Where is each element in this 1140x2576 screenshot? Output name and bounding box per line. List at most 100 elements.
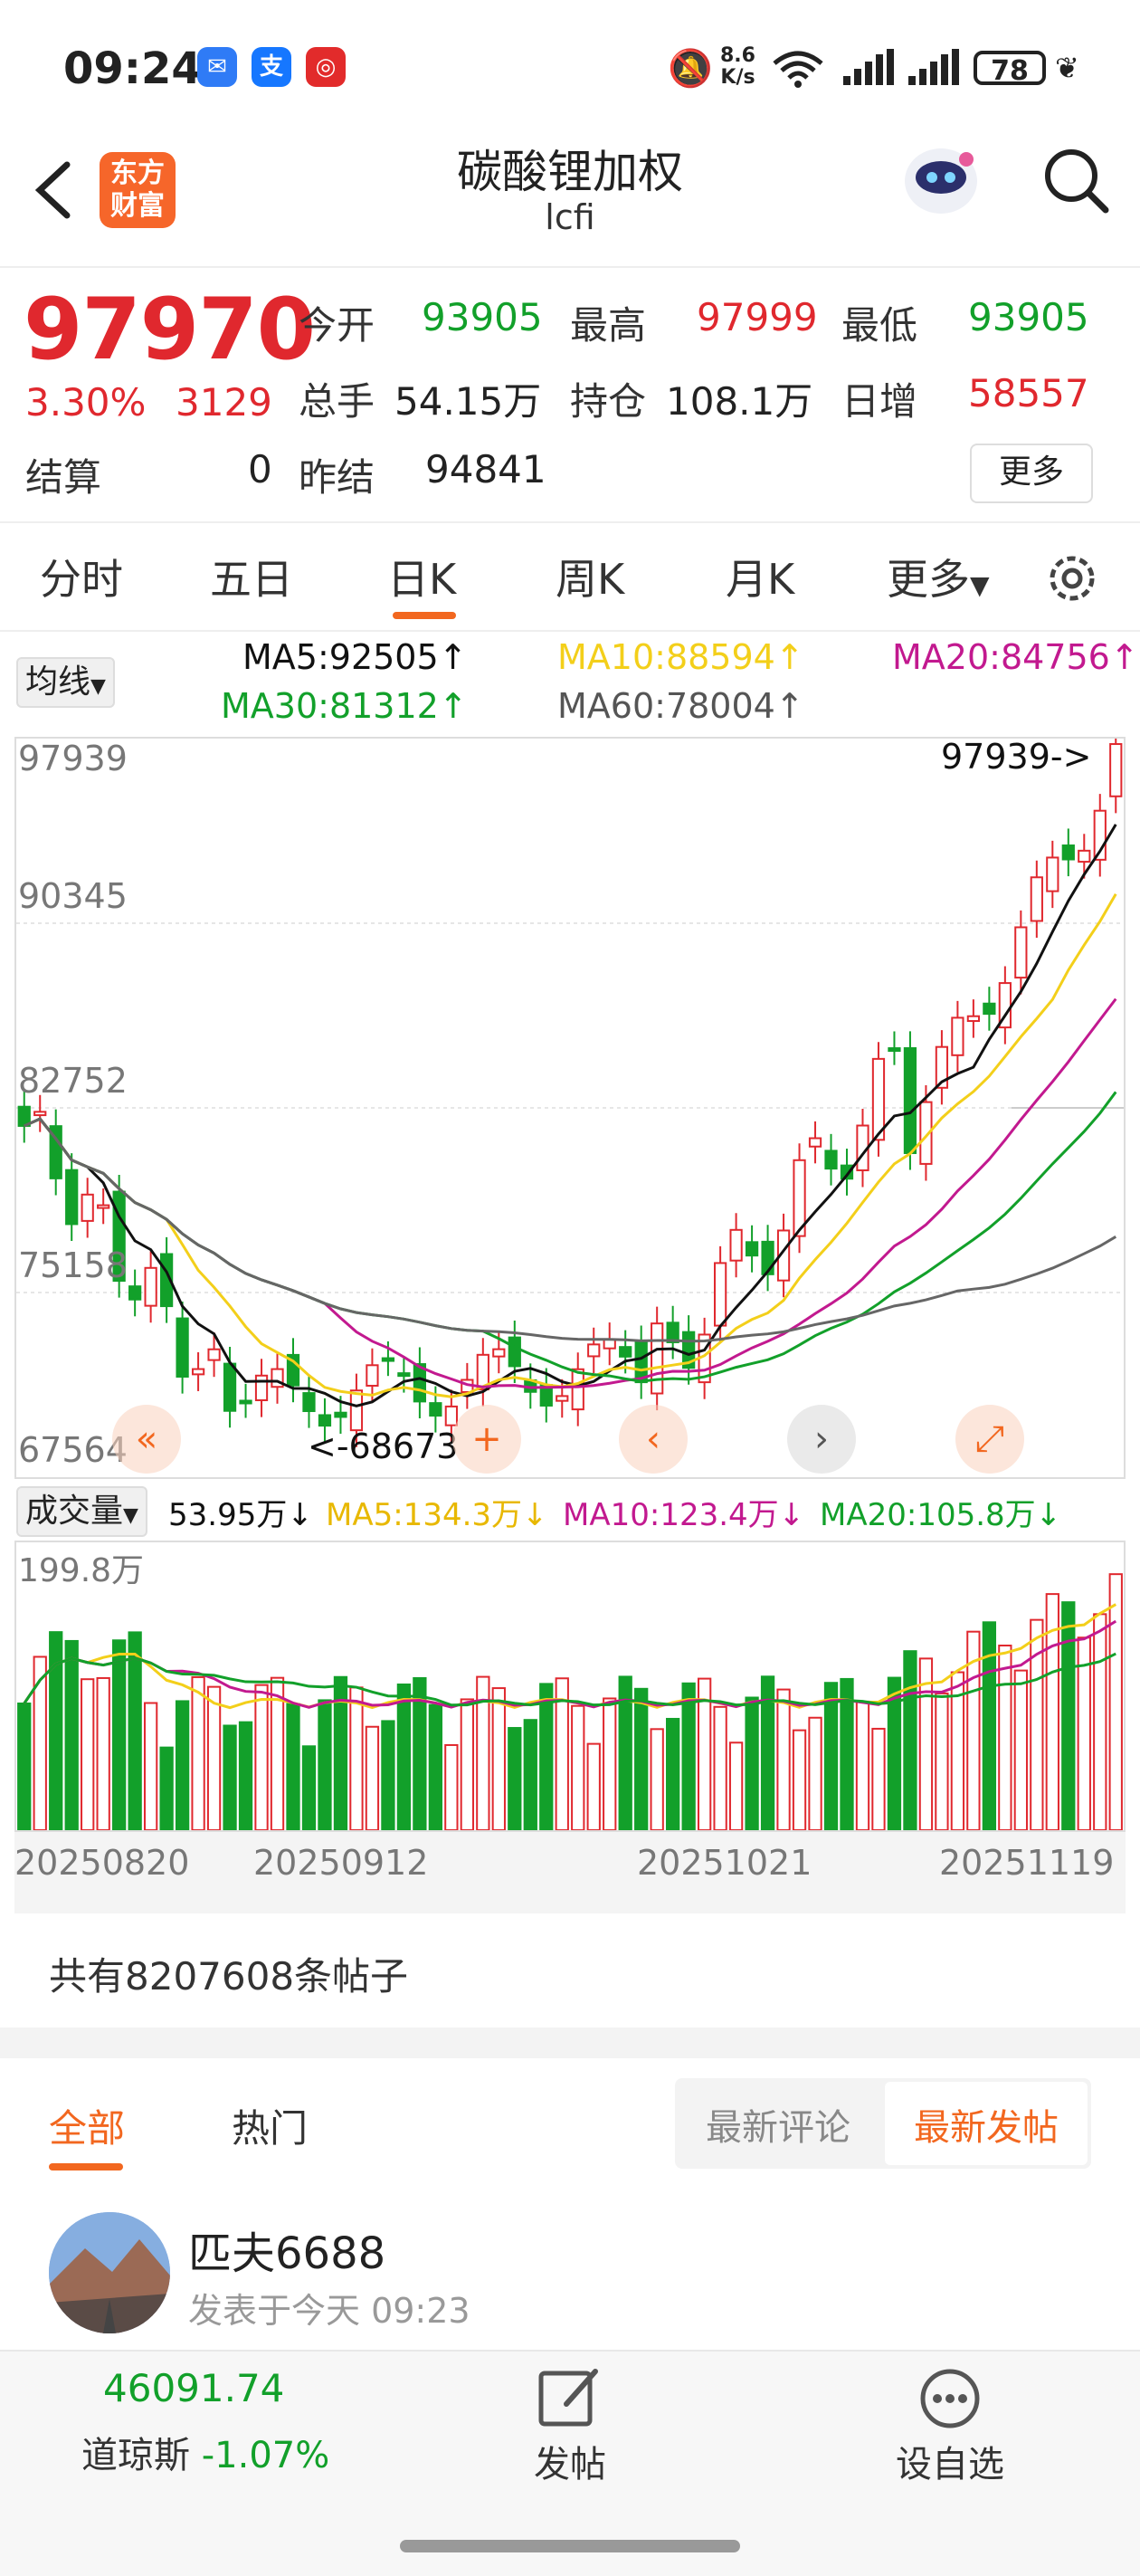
y-label-1: 97939 — [18, 739, 128, 778]
post-button[interactable] — [534, 2362, 606, 2435]
low-label: 最低 — [841, 303, 918, 348]
ma10-value: MA10:88594↑ — [557, 637, 804, 677]
volume-bar — [650, 1728, 664, 1831]
post-button-label[interactable]: 发帖 — [534, 2435, 606, 2487]
caret-down-icon: ▼ — [970, 570, 990, 600]
scroll-left-button[interactable]: ‹ — [619, 1405, 688, 1474]
fullscreen-button[interactable]: ⤢ — [955, 1405, 1024, 1474]
post-count: 共有8207608条帖子 — [49, 1954, 409, 1999]
volume-bar — [681, 1682, 696, 1831]
volume-bar — [381, 1720, 395, 1831]
volume-bar — [903, 1650, 917, 1831]
candle-body — [334, 1411, 347, 1418]
index-ticker[interactable]: 道琼斯 -1.07% — [81, 2426, 329, 2478]
last-price: 97970 — [24, 281, 316, 379]
kline-chart-frame[interactable] — [14, 727, 1126, 1479]
posts-tab-indicator — [49, 2163, 123, 2171]
candle-body — [888, 1047, 901, 1053]
date-label-1: 20250820 — [14, 1843, 190, 1883]
y-label-3: 82752 — [18, 1061, 128, 1101]
volume-bar — [728, 1741, 744, 1831]
volume-value-legend: 53.95万↓ — [168, 1497, 313, 1533]
tab-five-day[interactable]: 五日 — [210, 547, 293, 606]
tab-monthly-k[interactable]: 月K — [726, 547, 794, 606]
settings-button[interactable] — [1040, 547, 1104, 610]
volume-bar — [982, 1621, 997, 1831]
indicator-select[interactable]: 成交量▼ — [16, 1486, 147, 1537]
tab-more[interactable]: 更多▼ — [887, 547, 990, 606]
volume-bar — [491, 1687, 506, 1831]
edit-icon — [538, 2369, 598, 2427]
volume-bar — [1013, 1669, 1028, 1831]
sort-latest-comment[interactable]: 最新评论 — [706, 2098, 850, 2151]
tab-weekly-k[interactable]: 周K — [556, 547, 624, 606]
volume-bar — [776, 1688, 791, 1831]
oi-value: 108.1万 — [666, 379, 813, 424]
status-bar: 09:24 ✉ 支 ◎ 🔕 8.6 K/s 78 ❦ — [0, 0, 1140, 136]
volume-chart — [17, 1573, 1123, 1832]
avatar[interactable] — [49, 2212, 170, 2333]
posts-tab-hot[interactable]: 热门 — [232, 2098, 308, 2153]
home-indicator — [400, 2540, 740, 2552]
alipay-icon: 支 — [252, 47, 291, 87]
indicator-select-label: 成交量 — [25, 1493, 124, 1530]
volume-bar — [286, 1703, 300, 1831]
scroll-far-left-button[interactable]: « — [112, 1405, 181, 1474]
candle-body — [651, 1322, 664, 1395]
candle-body — [191, 1368, 205, 1376]
candle-body — [239, 1399, 252, 1405]
divider — [0, 521, 1140, 523]
candle-body — [1078, 849, 1091, 863]
volume-bar — [17, 1703, 32, 1831]
zoom-in-button[interactable]: + — [452, 1405, 521, 1474]
scroll-right-button[interactable]: › — [787, 1405, 856, 1474]
index-name: 道琼斯 — [81, 2435, 190, 2476]
caret-down-icon: ▼ — [123, 1504, 138, 1527]
candle-body — [349, 1389, 364, 1432]
candle-body — [1030, 876, 1043, 922]
prev-settle-value: 94841 — [425, 447, 546, 491]
candle-body — [366, 1364, 379, 1387]
volume-bar — [1108, 1573, 1123, 1832]
volume-bar — [1061, 1601, 1076, 1831]
volume-bar — [349, 1686, 364, 1831]
open-value: 93905 — [422, 295, 543, 339]
message-app-icon: ✉ — [197, 47, 237, 87]
vol-ma5-value: MA5:134.3万↓ — [326, 1497, 548, 1533]
divider — [0, 630, 1140, 632]
ma-select-label: 均线 — [25, 663, 91, 701]
volume-bar — [713, 1705, 727, 1831]
sort-latest-post[interactable]: 最新发帖 — [914, 2098, 1059, 2151]
volume-bar — [586, 1742, 601, 1831]
tab-more-label: 更多 — [887, 555, 970, 604]
tab-daily-k[interactable]: 日K — [387, 547, 456, 606]
watchlist-button-label[interactable]: 设自选 — [896, 2435, 1004, 2487]
volume-bar — [998, 1645, 1012, 1831]
candle-body — [1014, 926, 1028, 979]
volume-bar — [539, 1683, 554, 1831]
quote-more-button[interactable]: 更多 — [970, 444, 1093, 503]
candle-body — [824, 1150, 838, 1170]
robot-assistant-icon[interactable] — [896, 134, 986, 224]
date-label-2: 20250912 — [253, 1843, 429, 1883]
high-value: 97999 — [697, 295, 818, 339]
volume-bar — [301, 1745, 317, 1831]
candle-body — [429, 1402, 442, 1417]
search-button[interactable] — [1040, 145, 1113, 217]
add-watchlist-button[interactable] — [917, 2366, 983, 2431]
change-percent: 3.30% — [25, 380, 147, 425]
candle-body — [713, 1262, 727, 1327]
candle-body — [587, 1343, 601, 1358]
index-value[interactable]: 46091.74 — [103, 2366, 284, 2410]
volume-bar — [745, 1696, 759, 1831]
volume-chart-frame[interactable] — [14, 1541, 1126, 1832]
status-time: 09:24 — [63, 43, 202, 94]
volume-bar — [855, 1700, 870, 1831]
tab-intraday[interactable]: 分时 — [40, 547, 123, 606]
volume-bar — [81, 1678, 95, 1831]
post-username[interactable]: 匹夫6688 — [188, 2218, 385, 2281]
volume-bar — [318, 1699, 332, 1831]
candle-body — [444, 1405, 458, 1426]
posts-tab-all[interactable]: 全部 — [49, 2098, 125, 2153]
ma-select[interactable]: 均线▼ — [16, 657, 115, 708]
